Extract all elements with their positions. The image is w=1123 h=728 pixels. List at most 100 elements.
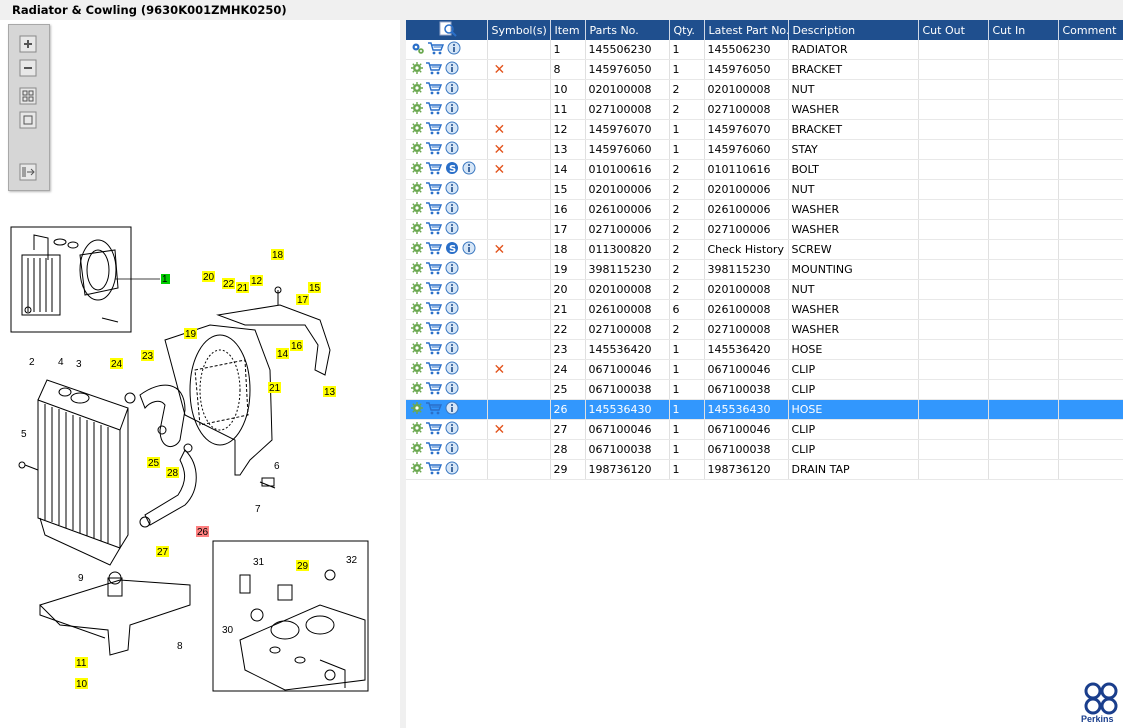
callout-10[interactable]: 10	[76, 679, 88, 690]
cart-icon[interactable]	[426, 141, 443, 158]
table-row[interactable]: 15 020100006 2 020100006 NUT	[406, 179, 1123, 200]
table-row[interactable]: 16 026100006 2 026100006 WASHER	[406, 199, 1123, 220]
callout-12[interactable]: 12	[251, 276, 263, 287]
callout-1[interactable]: 1	[162, 274, 168, 285]
cart-icon[interactable]	[426, 441, 443, 458]
callout-25[interactable]: 25	[148, 458, 160, 469]
column-header-latest-part-no[interactable]: Latest Part No.	[704, 20, 789, 40]
info-icon[interactable]	[447, 41, 461, 58]
callout-32[interactable]: 32	[346, 555, 358, 566]
table-row[interactable]: 26 145536430 1 145536430 HOSE	[406, 399, 1123, 420]
info-icon[interactable]	[445, 201, 459, 218]
callout-28[interactable]: 28	[167, 468, 179, 479]
config-icon[interactable]	[411, 42, 425, 58]
table-row[interactable]: 1 145506230 1 145506230 RADIATOR	[406, 40, 1123, 60]
callout-6[interactable]: 6	[274, 461, 280, 472]
callout-21a[interactable]: 21	[237, 283, 249, 294]
cart-icon[interactable]	[426, 341, 443, 358]
info-icon[interactable]	[462, 161, 476, 178]
callout-20[interactable]: 20	[203, 272, 215, 283]
gear-icon[interactable]	[411, 262, 423, 277]
gear-icon[interactable]	[411, 162, 423, 177]
column-header-symbols[interactable]: Symbol(s)	[487, 20, 551, 40]
cart-icon[interactable]	[426, 221, 443, 238]
info-icon[interactable]	[445, 381, 459, 398]
column-header-comment[interactable]: Comment	[1058, 20, 1123, 40]
cart-icon[interactable]	[426, 461, 443, 478]
column-header-tools[interactable]	[406, 20, 488, 40]
cart-icon[interactable]	[426, 281, 443, 298]
info-icon[interactable]	[462, 241, 476, 258]
gear-icon[interactable]	[411, 122, 423, 137]
callout-8[interactable]: 8	[177, 641, 183, 652]
table-row[interactable]: 21 026100008 6 026100008 WASHER	[406, 299, 1123, 320]
cart-icon[interactable]	[426, 161, 443, 178]
cart-icon[interactable]	[426, 381, 443, 398]
table-row[interactable]: ✕ 27 067100046 1 067100046 CLIP	[406, 419, 1123, 440]
gear-icon[interactable]	[411, 462, 423, 477]
table-row[interactable]: 28 067100038 1 067100038 CLIP	[406, 439, 1123, 460]
cart-icon[interactable]	[426, 261, 443, 278]
cart-icon[interactable]	[428, 41, 445, 58]
gear-icon[interactable]	[411, 142, 423, 157]
zoom-out-icon[interactable]	[19, 59, 37, 77]
table-row[interactable]: 20 020100008 2 020100008 NUT	[406, 279, 1123, 300]
info-icon[interactable]	[445, 281, 459, 298]
table-row[interactable]: S ✕ 18 011300820 2 Check History SCREW	[406, 239, 1123, 260]
cart-icon[interactable]	[426, 201, 443, 218]
gear-icon[interactable]	[411, 422, 423, 437]
cart-icon[interactable]	[426, 301, 443, 318]
callout-13[interactable]: 13	[324, 387, 336, 398]
callout-22[interactable]: 22	[223, 279, 235, 290]
info-icon[interactable]	[445, 121, 459, 138]
gear-icon[interactable]	[411, 102, 423, 117]
callout-30[interactable]: 30	[222, 625, 234, 636]
fit-page-icon[interactable]	[19, 111, 37, 129]
gear-icon[interactable]	[411, 282, 423, 297]
cart-icon[interactable]	[426, 61, 443, 78]
info-icon[interactable]	[445, 441, 459, 458]
callout-24[interactable]: 24	[111, 359, 123, 370]
table-row[interactable]: S ✕ 14 010100616 2 010110616 BOLT	[406, 159, 1123, 180]
cart-icon[interactable]	[426, 81, 443, 98]
gear-icon[interactable]	[411, 402, 423, 417]
cart-icon[interactable]	[426, 361, 443, 378]
callout-21b[interactable]: 21	[269, 383, 281, 394]
info-icon[interactable]	[445, 141, 459, 158]
info-icon[interactable]	[445, 401, 459, 418]
callout-7[interactable]: 7	[255, 504, 261, 515]
gear-icon[interactable]	[411, 362, 423, 377]
callout-31[interactable]: 31	[253, 557, 265, 568]
info-icon[interactable]	[445, 301, 459, 318]
info-icon[interactable]	[445, 101, 459, 118]
table-row[interactable]: 29 198736120 1 198736120 DRAIN TAP	[406, 459, 1123, 480]
gear-icon[interactable]	[411, 382, 423, 397]
cart-icon[interactable]	[426, 101, 443, 118]
info-icon[interactable]	[445, 221, 459, 238]
table-row[interactable]: 11 027100008 2 027100008 WASHER	[406, 99, 1123, 120]
gear-icon[interactable]	[411, 222, 423, 237]
cart-icon[interactable]	[426, 121, 443, 138]
gear-icon[interactable]	[411, 62, 423, 77]
info-icon[interactable]	[445, 361, 459, 378]
table-row[interactable]: 19 398115230 2 398115230 MOUNTING	[406, 259, 1123, 280]
diagram-pane[interactable]: 1 18 20 22 21 12 15 17 16 14 19 24 23 13…	[0, 20, 401, 728]
gear-icon[interactable]	[411, 82, 423, 97]
info-icon[interactable]	[445, 461, 459, 478]
column-header-parts-no[interactable]: Parts No.	[585, 20, 670, 40]
callout-11[interactable]: 11	[76, 658, 87, 669]
superseded-icon[interactable]: S	[445, 241, 459, 258]
info-icon[interactable]	[445, 61, 459, 78]
table-row[interactable]: ✕ 13 145976060 1 145976060 STAY	[406, 139, 1123, 160]
callout-15[interactable]: 15	[309, 283, 321, 294]
callout-23[interactable]: 23	[142, 351, 154, 362]
table-row[interactable]: 17 027100006 2 027100006 WASHER	[406, 219, 1123, 240]
gear-icon[interactable]	[411, 342, 423, 357]
callout-18[interactable]: 18	[272, 250, 284, 261]
callout-16[interactable]: 16	[291, 341, 303, 352]
callout-14[interactable]: 14	[277, 349, 289, 360]
cart-icon[interactable]	[426, 401, 443, 418]
callout-19[interactable]: 19	[185, 329, 197, 340]
info-icon[interactable]	[445, 261, 459, 278]
column-header-qty[interactable]: Qty.	[669, 20, 705, 40]
